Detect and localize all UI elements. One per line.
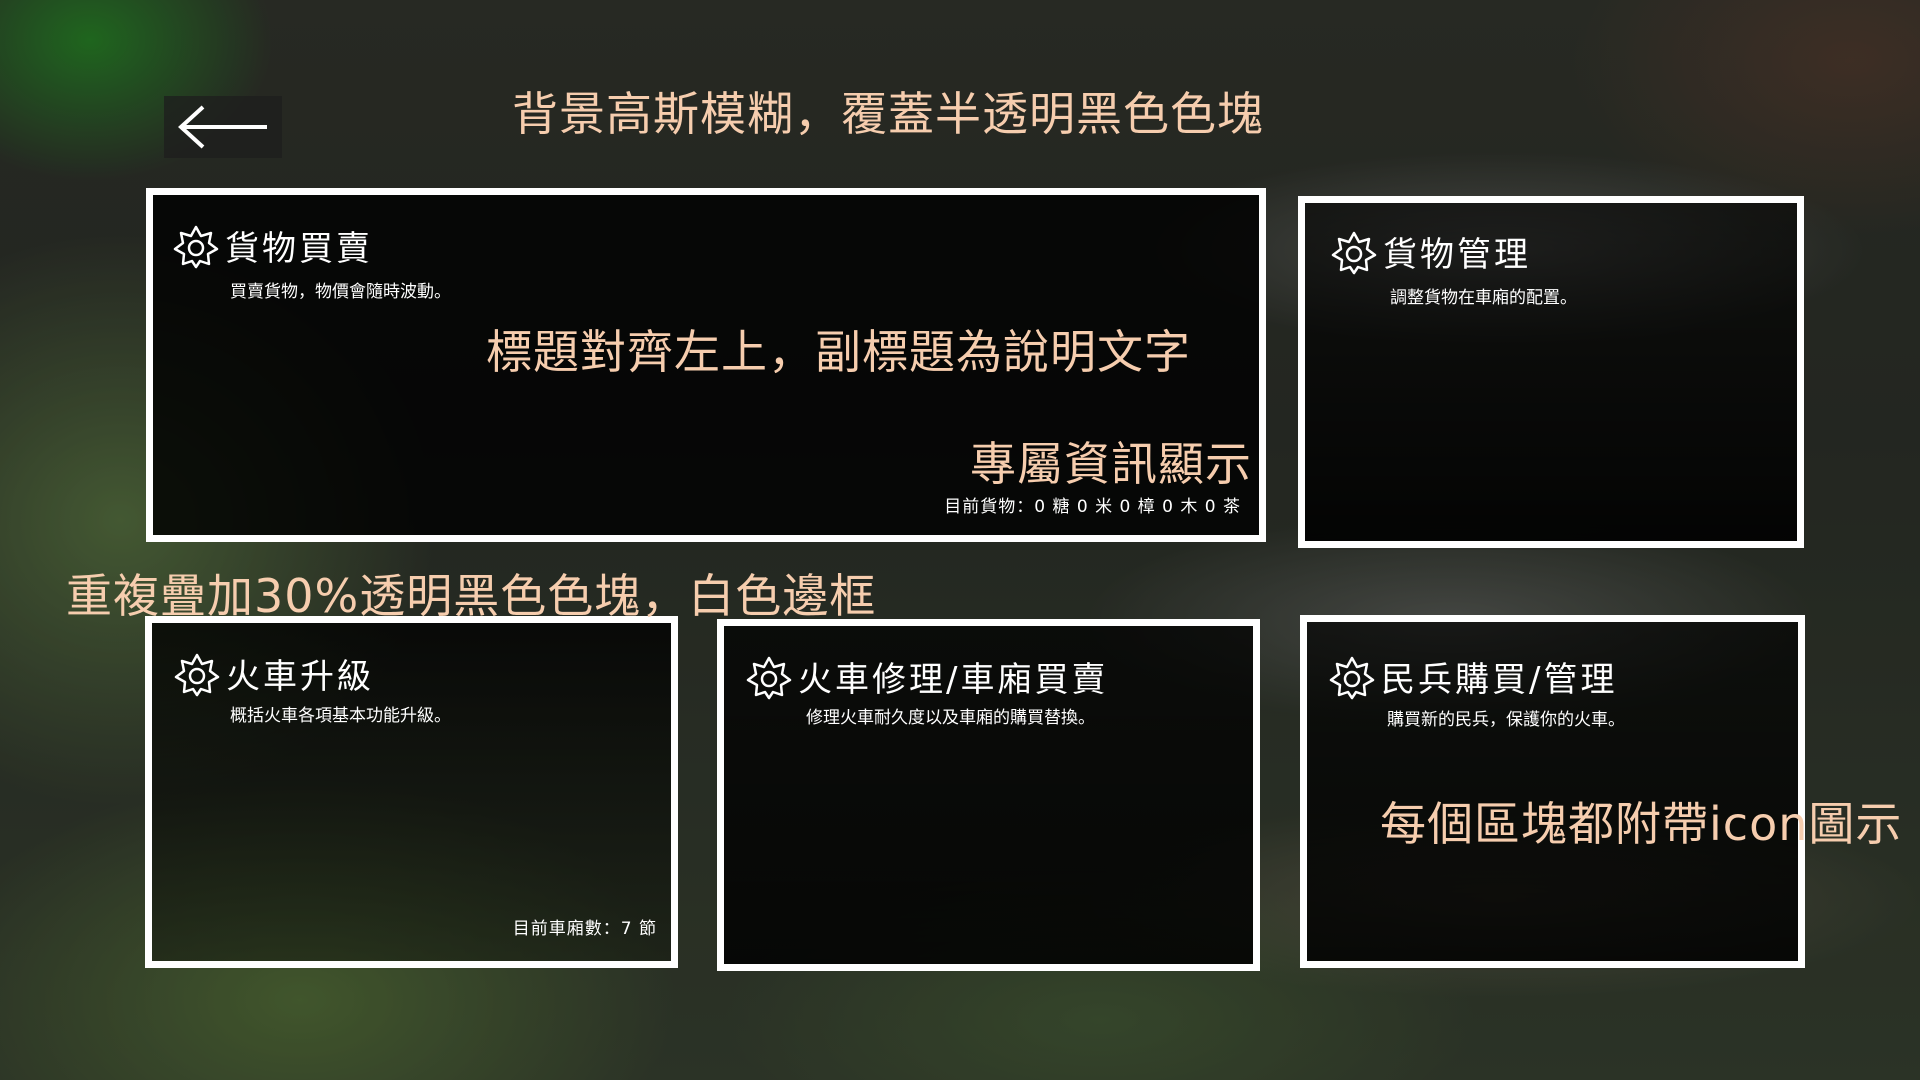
card-cargo-management[interactable]: 貨物管理 調整貨物在車廂的配置。	[1298, 196, 1804, 548]
annotation-icon-note: 每個區塊都附帶icon圖示	[1380, 797, 1903, 851]
card-subtitle: 修理火車耐久度以及車廂的購買替換。	[806, 708, 1095, 728]
card-subtitle: 調整貨物在車廂的配置。	[1390, 288, 1577, 308]
card-title: 貨物買賣	[225, 229, 373, 269]
card-train-upgrade[interactable]: 火車升級 概括火車各項基本功能升級。 目前車廂數：7 節	[145, 616, 678, 968]
card-subtitle: 買賣貨物，物價會隨時波動。	[230, 282, 451, 302]
card-title: 民兵購買/管理	[1381, 660, 1618, 700]
arrow-left-icon	[178, 105, 267, 149]
annotation-overlay-note: 重複疊加30%透明黑色色塊，白色邊框	[66, 569, 877, 623]
annotation-title-note: 標題對齊左上，副標題為說明文字	[486, 325, 1191, 379]
card-title: 火車升級	[226, 657, 374, 697]
cargo-info: 目前貨物：0 糖 0 米 0 樟 0 木 0 茶	[944, 497, 1241, 517]
annotation-background-note: 背景高斯模糊，覆蓋半透明黑色色塊	[512, 87, 1264, 141]
gear-flower-icon	[1329, 656, 1375, 699]
gear-flower-icon	[746, 656, 792, 699]
card-subtitle: 購買新的民兵，保護你的火車。	[1387, 710, 1625, 730]
annotation-info-note: 專屬資訊顯示	[970, 437, 1252, 491]
gear-flower-icon	[174, 653, 220, 696]
card-subtitle: 概括火車各項基本功能升級。	[230, 706, 451, 726]
gear-flower-icon	[173, 225, 219, 268]
gear-flower-icon	[1331, 231, 1377, 274]
back-button[interactable]	[164, 96, 282, 158]
card-title: 貨物管理	[1383, 235, 1531, 275]
carriage-count-info: 目前車廂數：7 節	[512, 919, 657, 939]
card-title: 火車修理/車廂買賣	[798, 660, 1109, 700]
card-train-repair[interactable]: 火車修理/車廂買賣 修理火車耐久度以及車廂的購買替換。	[717, 619, 1260, 971]
